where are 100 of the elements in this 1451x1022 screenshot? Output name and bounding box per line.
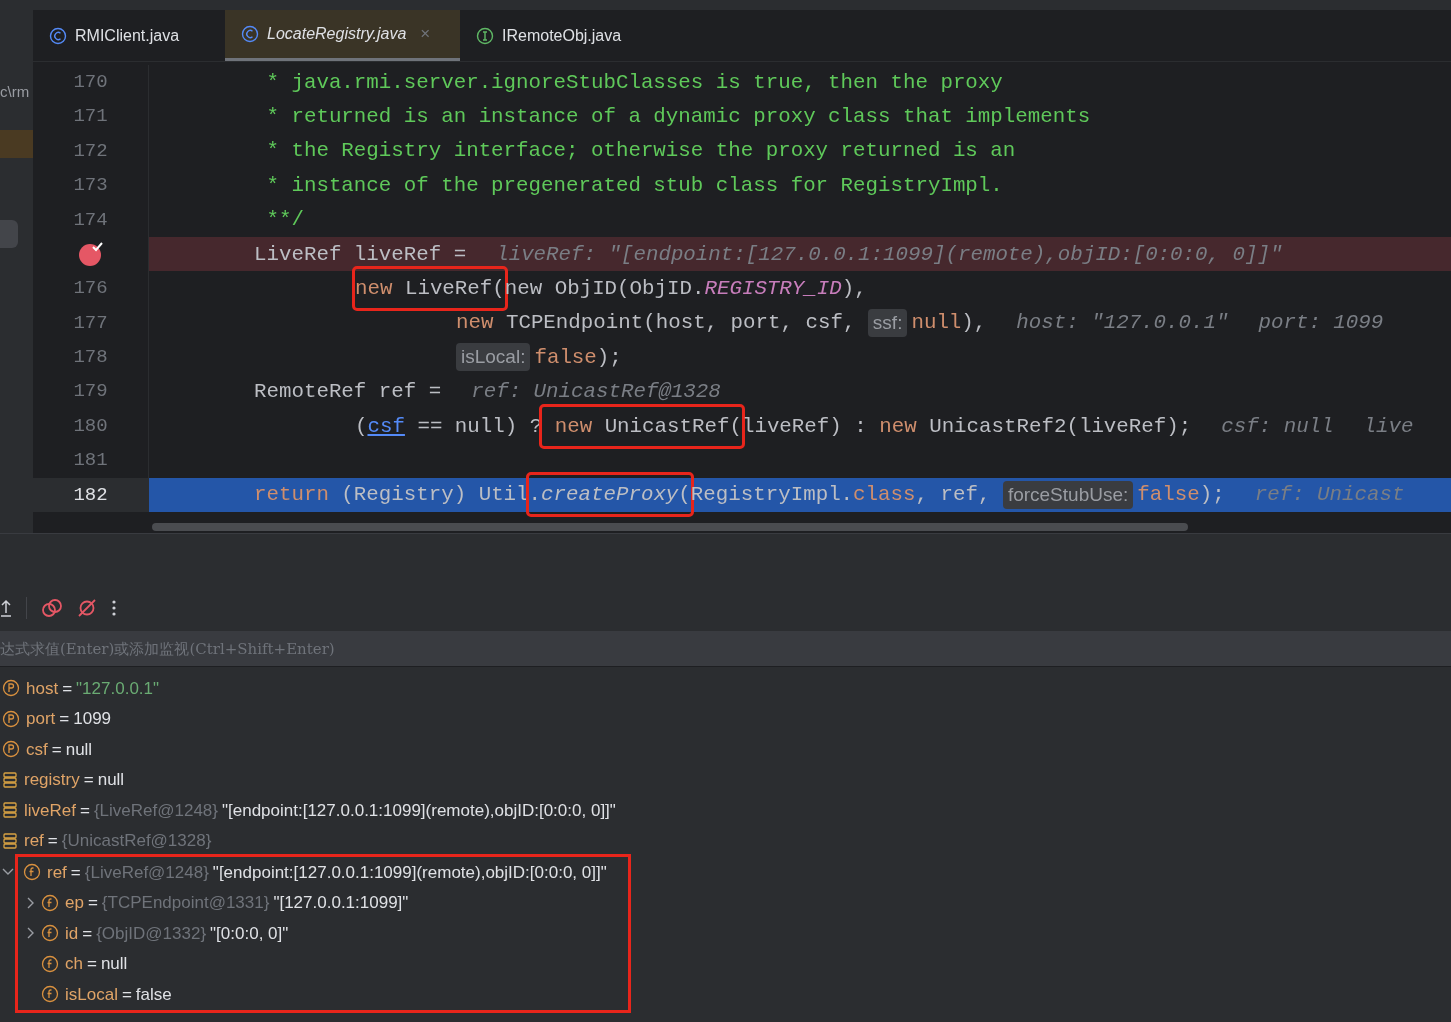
variable-type: {TCPEndpoint@1331} — [101, 892, 270, 914]
stack-icon — [2, 801, 18, 820]
code-text: UnicastRef2(liveRef); — [928, 413, 1192, 440]
parameter-hint: isLocal: — [456, 343, 531, 372]
variable-value: "127.0.0.1" — [76, 677, 160, 700]
equals-sign: = — [121, 983, 132, 1006]
parameter-hint: ssf: — [867, 308, 908, 337]
equals-sign: = — [51, 738, 62, 761]
stack-icon — [2, 770, 18, 789]
mute-breakpoints-icon[interactable] — [77, 598, 97, 618]
code-keyword: return — [254, 482, 329, 509]
variable-value: "[endpoint:[127.0.0.1:1099](remote),objID:[0:0:0, 0]]" — [212, 861, 607, 884]
equals-sign: = — [87, 892, 98, 914]
value-hint: csf: null — [1221, 413, 1334, 440]
variable-type: {UnicastRef@1328} — [61, 830, 212, 852]
code-text: (Registry) Util — [340, 482, 529, 509]
field-icon — [41, 893, 59, 912]
value-hint: ref: Unicast — [1254, 482, 1405, 509]
parameter-icon — [2, 740, 20, 759]
variable-name: ep — [65, 892, 84, 914]
sidebar-marker — [0, 130, 33, 158]
variable-name: id — [65, 922, 79, 945]
line-number: 174 — [73, 207, 108, 233]
upload-icon[interactable] — [0, 598, 12, 618]
code-keyword: class — [853, 482, 916, 509]
code-keyword: false — [534, 344, 597, 371]
path-text: c\rm — [0, 81, 31, 102]
variable-type: {ObjID@1332} — [96, 922, 207, 945]
code-comment: * returned is an instance of a dynamic proxy class that implements — [265, 104, 1091, 130]
tab-label: RMIClient.java — [75, 25, 180, 46]
expression-field[interactable]: 达式求值(Enter)或添加监视(Ctrl+Shift+Enter) — [0, 631, 1451, 667]
variable-name: liveRef — [24, 799, 76, 822]
line-number: 178 — [73, 345, 108, 371]
line-number: 179 — [73, 379, 108, 405]
code-text: ); — [596, 344, 622, 371]
value-hint: host: "127.0.0.1" — [1016, 310, 1229, 337]
breakpoint-icon[interactable] — [77, 241, 104, 268]
variable-name: port — [26, 708, 56, 730]
field-icon — [41, 954, 59, 973]
code-text: LiveRef liveRef = — [254, 241, 467, 268]
equals-sign: = — [82, 922, 93, 945]
field-icon — [23, 863, 41, 882]
line-number: 170 — [73, 69, 108, 95]
code-link[interactable]: csf — [367, 410, 405, 442]
field-icon — [41, 985, 59, 1004]
line-number: 177 — [73, 310, 108, 336]
scrollbar[interactable] — [152, 523, 1188, 531]
code-text: , ref, — [915, 482, 992, 509]
variable-type: {LiveRef@1248} — [84, 861, 209, 884]
editor-tab[interactable]: RMIClient.java — [33, 10, 225, 61]
code-text: UnicastRef( — [603, 414, 742, 438]
parameter-hint: forceStubUse: — [1002, 480, 1134, 509]
code-text: RemoteRef ref = — [254, 379, 442, 406]
line-number: 172 — [73, 138, 108, 164]
code-text: TCPEndpoint(host, port, csf, — [504, 310, 857, 337]
variable-value: 1099 — [73, 708, 112, 730]
equals-sign: = — [62, 677, 73, 700]
equals-sign: = — [47, 830, 58, 852]
line-number: 171 — [73, 104, 108, 130]
variable-name: isLocal — [65, 983, 118, 1006]
equals-sign: = — [86, 953, 97, 975]
breakpoints-icon[interactable] — [41, 598, 63, 618]
code-constant: REGISTRY_ID — [704, 275, 842, 302]
value-hint: live — [1363, 413, 1414, 440]
editor-tab[interactable]: IRemoteObj.java — [460, 10, 652, 61]
code-text: ); — [1199, 482, 1225, 509]
line-number: 173 — [73, 173, 108, 199]
variable-name: ref — [24, 830, 44, 852]
equals-sign: = — [59, 708, 70, 730]
code-keyword: null — [911, 310, 962, 337]
class-icon — [49, 26, 67, 45]
sidebar-marker — [0, 220, 18, 248]
code-keyword: new — [456, 310, 494, 337]
code-comment: **/ — [265, 207, 304, 234]
code-keyword: new — [553, 414, 593, 438]
code-method: createProxy — [541, 483, 679, 507]
variable-value: "[endpoint:[127.0.0.1:1099](remote),objID:[0:0:0, 0]]" — [222, 799, 616, 822]
code-keyword: false — [1137, 482, 1200, 509]
value-hint: liveRef: "[endpoint:[127.0.0.1:1099](remote),objID:[0:0:0, 0]]" — [496, 241, 1283, 268]
variable-type: {LiveRef@1248} — [93, 799, 218, 822]
editor-tab[interactable]: LocateRegistry.java × — [225, 10, 460, 61]
variable-value: null — [100, 953, 128, 975]
tab-label: LocateRegistry.java — [267, 24, 407, 44]
value-hint: port: 1099 — [1258, 310, 1384, 337]
line-number: 176 — [73, 276, 108, 302]
variable-value: false — [135, 983, 172, 1006]
code-keyword: new — [879, 413, 917, 440]
value-hint: ref: UnicastRef@1328 — [471, 379, 721, 406]
parameter-icon — [2, 679, 20, 698]
code-text: LiveRef( — [403, 276, 505, 300]
parameter-icon — [2, 709, 20, 728]
line-number: 181 — [73, 448, 108, 474]
variable-value: null — [65, 738, 93, 761]
more-icon[interactable] — [111, 599, 117, 617]
variable-name: host — [26, 677, 59, 700]
code-text: ), — [841, 275, 867, 302]
stack-icon — [2, 831, 18, 850]
equals-sign: = — [83, 769, 94, 791]
line-number: 182 — [73, 482, 108, 508]
code-text: ( — [355, 413, 368, 440]
